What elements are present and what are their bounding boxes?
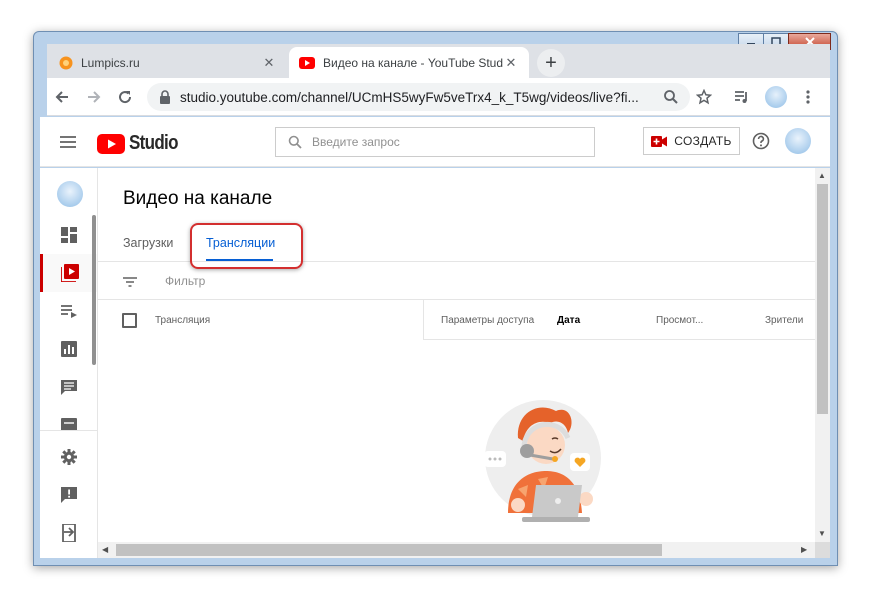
sidebar-item-comments[interactable] [40,368,97,406]
bookmark-button[interactable] [693,86,715,108]
tab-uploads[interactable]: Загрузки [123,236,173,250]
sidebar-item-playlists[interactable] [40,292,97,330]
scroll-up-arrow-icon[interactable]: ▲ [818,171,826,180]
queue-music-icon [735,91,747,103]
studio-header: Studio СОЗДАТЬ [40,117,830,167]
sidebar-item-dashboard[interactable] [40,216,97,254]
search-input[interactable] [312,135,572,149]
star-icon [696,89,712,105]
close-tab-icon[interactable]: ✕ [503,55,519,71]
vertical-scrollbar[interactable]: ▲ ▼ [815,168,830,542]
scrollbar-corner [815,542,830,558]
channel-avatar[interactable] [57,181,83,207]
main-content: Видео на канале Загрузки Трансляции Филь… [98,168,815,542]
playlist-icon [60,305,77,318]
video-library-icon [61,264,79,282]
search-icon [288,135,302,149]
tab-title: Lumpics.ru [81,55,140,70]
menu-button[interactable] [797,86,819,108]
profile-avatar[interactable] [765,86,787,108]
account-avatar[interactable] [785,128,811,154]
column-header-views[interactable]: Просмот... [656,315,703,326]
comment-icon [60,380,77,395]
lumpics-orange-icon [59,56,73,69]
new-tab-button[interactable]: + [537,49,565,77]
create-label: СОЗДАТЬ [674,134,732,148]
hamburger-icon [60,136,76,148]
analytics-icon [60,341,77,357]
youtube-red-icon [299,56,315,69]
lock-icon [160,90,170,104]
sidebar-divider [40,430,97,431]
feedback-icon [60,487,77,503]
vertical-scroll-thumb[interactable] [817,184,828,414]
select-all-checkbox[interactable] [122,313,137,328]
menu-toggle-button[interactable] [60,135,76,153]
arrow-left-icon [55,91,68,103]
filter-bar[interactable]: Фильтр [98,263,815,300]
close-tab-icon[interactable]: ✕ [261,55,277,71]
sidebar-item-settings[interactable] [40,438,97,476]
magnifier-icon [664,90,678,104]
tab-lumpics[interactable]: Lumpics.ru ✕ [49,47,287,78]
logo-text: Studio [129,132,178,154]
help-icon [752,132,770,150]
back-button[interactable] [51,86,73,108]
search-box[interactable] [275,127,595,157]
sidebar-item-videos[interactable] [40,254,97,292]
header-divider [423,339,815,340]
table-header: Трансляция Параметры доступа Дата Просмо… [98,300,815,340]
exit-icon [61,524,76,542]
column-header-broadcast[interactable]: Трансляция [155,315,210,326]
scroll-down-arrow-icon[interactable]: ▼ [818,529,826,538]
filter-placeholder: Фильтр [165,274,206,288]
sidebar-item-feedback[interactable] [40,476,97,514]
gear-icon [60,449,77,465]
column-header-viewers[interactable]: Зрители [765,315,803,326]
reload-icon [119,91,132,104]
sidebar-scrollbar[interactable] [92,215,96,365]
horizontal-scrollbar[interactable]: ◀ ▶ [98,542,815,558]
sidebar-item-subtitles[interactable] [40,406,97,430]
studio-logo[interactable]: Studio [97,132,186,155]
video-camera-add-icon [651,135,668,147]
arrow-right-icon [88,91,101,103]
scroll-left-arrow-icon[interactable]: ◀ [102,545,108,554]
url-text: studio.youtube.com/channel/UCmHS5wyFw5ve… [180,89,639,105]
subtitles-icon [60,418,77,430]
scroll-right-arrow-icon[interactable]: ▶ [801,545,807,554]
sidebar-item-classic-studio[interactable] [40,514,97,552]
tab-strip: Lumpics.ru ✕ Видео на канале - YouTube S… [47,44,830,78]
media-control-button[interactable] [731,86,753,108]
tab-youtube-studio[interactable]: Видео на канале - YouTube Studio ✕ [289,47,529,78]
tab-title: Видео на канале - YouTube Studio [323,55,503,70]
horizontal-scroll-thumb[interactable] [116,544,662,556]
dashboard-icon [60,227,77,243]
create-button[interactable]: СОЗДАТЬ [643,127,740,155]
forward-button[interactable] [83,86,105,108]
filter-icon[interactable] [123,277,137,287]
browser-toolbar: studio.youtube.com/channel/UCmHS5wyFw5ve… [47,78,830,116]
help-button[interactable] [752,132,770,155]
column-header-date[interactable]: Дата [557,315,580,326]
column-header-visibility[interactable]: Параметры доступа [441,315,534,326]
sidebar-item-analytics[interactable] [40,330,97,368]
reload-button[interactable] [114,86,136,108]
more-vert-icon [806,90,810,104]
empty-state-illustration [484,400,601,522]
youtube-logo-icon [97,133,125,154]
zoom-button[interactable] [660,86,682,108]
column-divider [423,300,424,340]
address-bar[interactable]: studio.youtube.com/channel/UCmHS5wyFw5ve… [147,83,690,111]
studio-sidebar [40,168,98,558]
page-title: Видео на канале [123,188,273,209]
